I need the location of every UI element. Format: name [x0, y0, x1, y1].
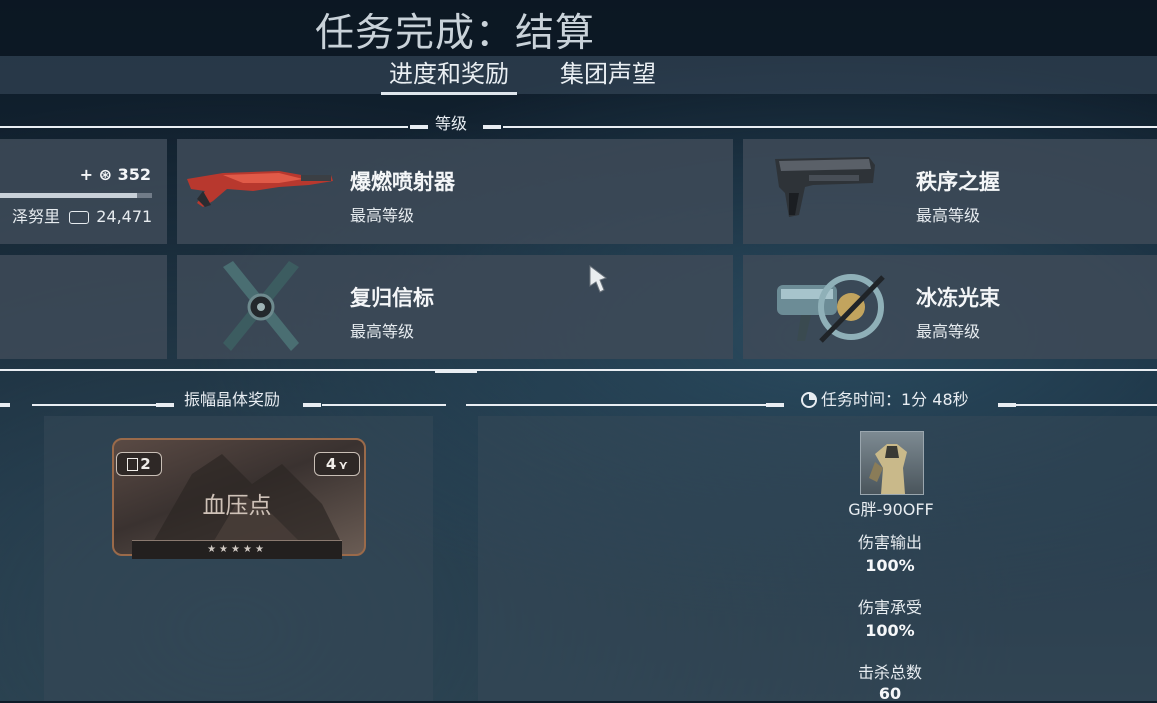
rank-section-label: 等级 — [435, 114, 468, 133]
player-avatar[interactable] — [860, 431, 924, 495]
pistol-icon — [775, 157, 875, 217]
item-card-2[interactable]: 秩序之握 最高等级 — [743, 139, 1157, 244]
stat-kills-label: 击杀总数 — [857, 663, 922, 682]
page-title: 任务完成：结算 — [315, 11, 596, 56]
summary-card: + ⊛ 352 泽努里 24,471 — [0, 139, 167, 244]
time-dash-right — [998, 403, 1016, 407]
clock-icon — [801, 392, 817, 408]
reward-card[interactable]: 2 4 ⋎ 血压点 ★★★★★ — [112, 438, 366, 560]
relic-line-left — [32, 404, 156, 406]
credits-source: 泽努里 — [12, 207, 61, 226]
rank-divider-left — [0, 126, 408, 128]
red-rifle-icon — [187, 171, 333, 207]
affinity-progress-bar — [0, 193, 152, 198]
affinity-progress-fill — [0, 193, 137, 198]
rank-divider-right — [503, 126, 1157, 128]
rank-dash-right — [483, 125, 501, 129]
reward-rank: 4 — [325, 455, 337, 473]
item-name: 秩序之握 — [916, 170, 1000, 194]
item-status: 最高等级 — [916, 206, 981, 225]
item-card-4[interactable]: 冰冻光束 最高等级 — [743, 255, 1157, 359]
rank-dash-left — [410, 125, 428, 129]
card-stack-icon — [127, 458, 139, 471]
reward-name: 血压点 — [202, 493, 272, 519]
credits-icon — [69, 211, 90, 224]
item-name: 冰冻光束 — [916, 286, 1000, 310]
reward-count-badge: 2 — [116, 452, 162, 476]
stat-damage-taken-value: 100% — [865, 621, 915, 640]
relic-dash-left — [156, 403, 174, 407]
lower-divider-marker — [435, 369, 477, 373]
item-name: 爆燃喷射器 — [350, 170, 455, 194]
relic-dash-edge — [0, 403, 10, 407]
time-line-left — [466, 404, 766, 406]
relic-dash-right — [303, 403, 321, 407]
player-name[interactable]: G胖-90OFF — [831, 496, 951, 520]
reward-count: 2 — [140, 455, 151, 473]
mouse-cursor-icon — [589, 265, 608, 293]
rank-chevron-icon: ⋎ — [338, 458, 349, 472]
stat-kills-value: 60 — [878, 684, 902, 703]
item-name: 复归信标 — [350, 286, 434, 310]
summary-card-empty — [0, 255, 167, 359]
affinity-gain: + ⊛ 352 — [79, 165, 151, 184]
warframe-portrait-icon — [869, 444, 907, 494]
relic-section-label: 振幅晶体奖励 — [184, 390, 281, 409]
item-status: 最高等级 — [350, 206, 415, 225]
time-dash-left — [766, 403, 784, 407]
time-line-right — [1016, 404, 1157, 406]
mission-time: 任务时间：1分 48秒 — [821, 390, 969, 409]
stat-damage-taken-label: 伤害承受 — [857, 598, 922, 617]
lower-divider — [0, 369, 1157, 371]
relic-line-right — [322, 404, 446, 406]
freeze-gun-icon — [777, 274, 885, 343]
reward-rank-badge: 4 ⋎ — [314, 452, 360, 476]
reward-rarity-stars: ★★★★★ — [132, 540, 342, 559]
item-status: 最高等级 — [916, 322, 981, 341]
stat-damage-dealt-label: 伤害输出 — [857, 533, 922, 552]
credits-row: 泽努里 24,471 — [12, 203, 152, 227]
item-status: 最高等级 — [350, 322, 415, 341]
cross-blade-icon — [223, 261, 299, 351]
squad-panel — [478, 416, 1157, 701]
tab-syndicate-standing[interactable]: 集团声望 — [552, 58, 664, 92]
item-card-3[interactable]: 复归信标 最高等级 — [177, 255, 733, 359]
item-card-1[interactable]: 爆燃喷射器 最高等级 — [177, 139, 733, 244]
stat-damage-dealt-value: 100% — [865, 556, 915, 575]
credits-value: 24,471 — [96, 207, 153, 226]
tab-progress-rewards[interactable]: 进度和奖励 — [381, 58, 517, 95]
